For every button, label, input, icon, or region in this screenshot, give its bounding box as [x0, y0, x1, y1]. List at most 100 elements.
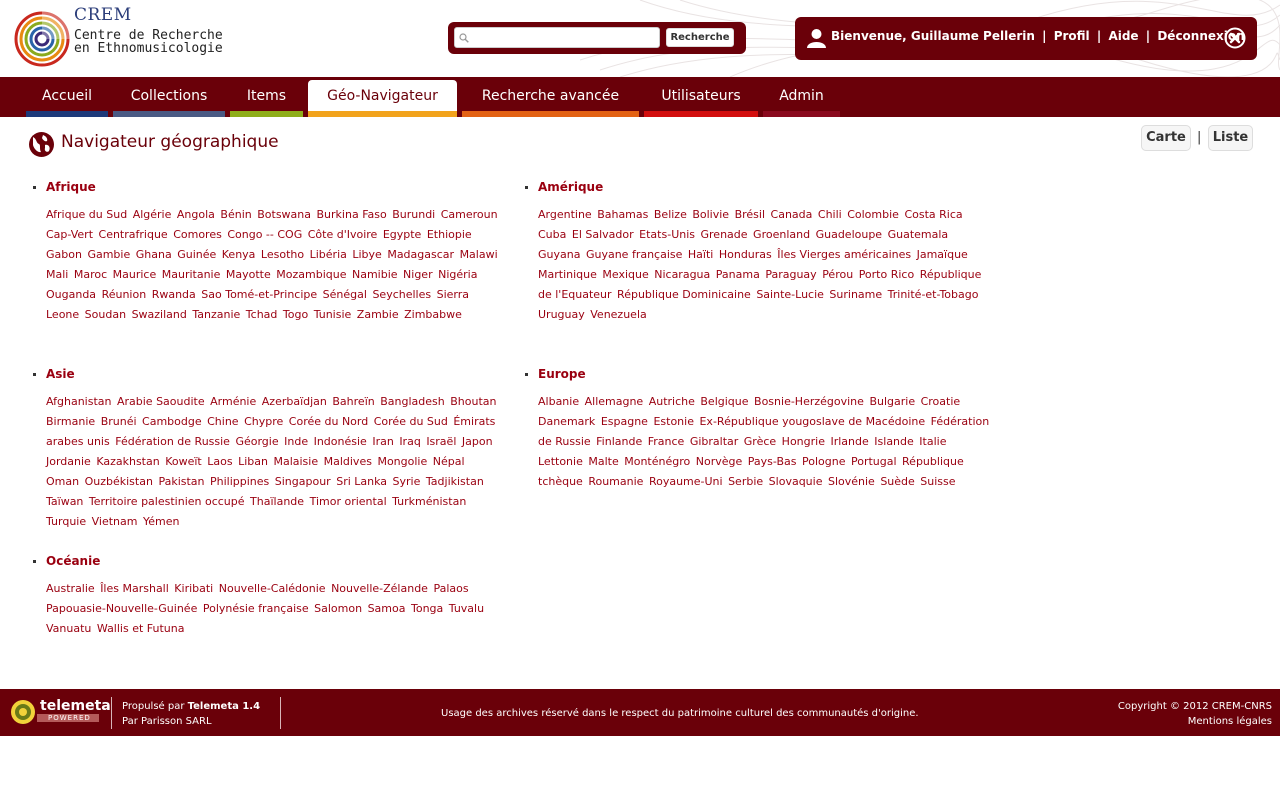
country-link[interactable]: Wallis et Futuna [97, 622, 185, 635]
country-link[interactable]: Cameroun [441, 208, 498, 221]
country-link[interactable]: Islande [874, 435, 914, 448]
list-view-button[interactable]: Liste [1208, 125, 1253, 151]
tab-admin[interactable]: Admin [763, 80, 840, 117]
country-link[interactable]: Maroc [74, 268, 107, 281]
country-link[interactable]: Grenade [701, 228, 748, 241]
telemeta-logo[interactable]: telemeta POWERED [9, 698, 111, 726]
country-link[interactable]: Chypre [244, 415, 283, 428]
country-link[interactable]: Australie [46, 582, 95, 595]
country-link[interactable]: Italie [919, 435, 946, 448]
country-link[interactable]: Guatemala [888, 228, 949, 241]
country-link[interactable]: Soudan [85, 308, 126, 321]
country-link[interactable]: Vanuatu [46, 622, 91, 635]
continent-link[interactable]: Afrique [33, 180, 502, 196]
continent-link[interactable]: Europe [525, 367, 994, 383]
country-link[interactable]: Gambie [87, 248, 130, 261]
country-link[interactable]: Tadjikistan [426, 475, 484, 488]
country-link[interactable]: Malte [588, 455, 618, 468]
continent-link[interactable]: Océanie [33, 554, 502, 570]
country-link[interactable]: Bosnie-Herzégovine [754, 395, 864, 408]
country-link[interactable]: Pays-Bas [748, 455, 797, 468]
country-link[interactable]: Afghanistan [46, 395, 111, 408]
country-link[interactable]: Réunion [102, 288, 147, 301]
country-link[interactable]: Guyana [538, 248, 580, 261]
country-link[interactable]: Angola [177, 208, 215, 221]
telemeta-version-link[interactable]: Telemeta 1.4 [188, 701, 260, 712]
country-link[interactable]: Mauritanie [162, 268, 221, 281]
country-link[interactable]: Corée du Nord [289, 415, 368, 428]
country-link[interactable]: Danemark [538, 415, 595, 428]
country-link[interactable]: Fédération de Russie [115, 435, 230, 448]
country-link[interactable]: Norvège [696, 455, 743, 468]
country-link[interactable]: Porto Rico [859, 268, 915, 281]
country-link[interactable]: Libéria [310, 248, 347, 261]
country-link[interactable]: Ghana [136, 248, 172, 261]
country-link[interactable]: Ethiopie [427, 228, 472, 241]
country-link[interactable]: Guadeloupe [816, 228, 883, 241]
country-link[interactable]: Turkménistan [392, 495, 466, 508]
country-link[interactable]: Pakistan [158, 475, 204, 488]
country-link[interactable]: Papouasie-Nouvelle-Guinée [46, 602, 197, 615]
country-link[interactable]: Colombie [847, 208, 899, 221]
country-link[interactable]: Sri Lanka [336, 475, 387, 488]
country-link[interactable]: Slovénie [828, 475, 875, 488]
country-link[interactable]: Sainte-Lucie [756, 288, 824, 301]
country-link[interactable]: Paraguay [765, 268, 816, 281]
country-link[interactable]: Mali [46, 268, 68, 281]
country-link[interactable]: Tuvalu [449, 602, 484, 615]
country-link[interactable]: Nigéria [438, 268, 477, 281]
country-link[interactable]: Jordanie [46, 455, 91, 468]
country-link[interactable]: Cuba [538, 228, 566, 241]
country-link[interactable]: France [648, 435, 685, 448]
country-link[interactable]: Autriche [649, 395, 695, 408]
country-link[interactable]: Roumanie [588, 475, 643, 488]
country-link[interactable]: Canada [771, 208, 813, 221]
country-link[interactable]: Malawi [460, 248, 498, 261]
country-link[interactable]: Comores [173, 228, 222, 241]
help-link[interactable]: Aide [1108, 29, 1138, 43]
country-link[interactable]: Nouvelle-Calédonie [219, 582, 326, 595]
country-link[interactable]: Géorgie [235, 435, 278, 448]
country-link[interactable]: Afrique du Sud [46, 208, 127, 221]
country-link[interactable]: Bulgarie [869, 395, 915, 408]
country-link[interactable]: Bahreïn [332, 395, 374, 408]
country-link[interactable]: Burkina Faso [317, 208, 387, 221]
country-link[interactable]: Kiribati [174, 582, 213, 595]
country-link[interactable]: Laos [207, 455, 232, 468]
country-link[interactable]: Guinée [177, 248, 216, 261]
country-link[interactable]: Haïti [688, 248, 713, 261]
country-link[interactable]: Martinique [538, 268, 597, 281]
country-link[interactable]: Palaos [433, 582, 468, 595]
country-link[interactable]: Albanie [538, 395, 579, 408]
tab-accueil[interactable]: Accueil [26, 80, 108, 117]
country-link[interactable]: El Salvador [572, 228, 634, 241]
country-link[interactable]: Liban [238, 455, 268, 468]
country-link[interactable]: Belgique [700, 395, 748, 408]
country-link[interactable]: Bahamas [597, 208, 648, 221]
country-link[interactable]: Finlande [596, 435, 642, 448]
country-link[interactable]: Polynésie française [203, 602, 309, 615]
country-link[interactable]: Ouganda [46, 288, 96, 301]
country-link[interactable]: Namibie [352, 268, 398, 281]
country-link[interactable]: Portugal [851, 455, 897, 468]
country-link[interactable]: Maurice [113, 268, 157, 281]
country-link[interactable]: Timor oriental [310, 495, 387, 508]
country-link[interactable]: Bolivie [692, 208, 729, 221]
country-link[interactable]: Pérou [822, 268, 853, 281]
country-link[interactable]: Libye [352, 248, 381, 261]
country-link[interactable]: Brunéi [101, 415, 137, 428]
map-view-button[interactable]: Carte [1141, 125, 1191, 151]
country-link[interactable]: Espagne [601, 415, 648, 428]
country-link[interactable]: Iraq [399, 435, 421, 448]
search-input[interactable] [454, 27, 660, 48]
country-link[interactable]: Bangladesh [380, 395, 445, 408]
country-link[interactable]: Bhoutan [450, 395, 496, 408]
country-link[interactable]: Groenland [753, 228, 810, 241]
country-link[interactable]: Allemagne [585, 395, 644, 408]
country-link[interactable]: Trinité-et-Tobago [888, 288, 979, 301]
country-link[interactable]: Togo [283, 308, 308, 321]
country-link[interactable]: Sao Tomé-et-Principe [201, 288, 317, 301]
country-link[interactable]: Jamaïque [917, 248, 968, 261]
country-link[interactable]: Corée du Sud [374, 415, 448, 428]
country-link[interactable]: Népal [433, 455, 465, 468]
